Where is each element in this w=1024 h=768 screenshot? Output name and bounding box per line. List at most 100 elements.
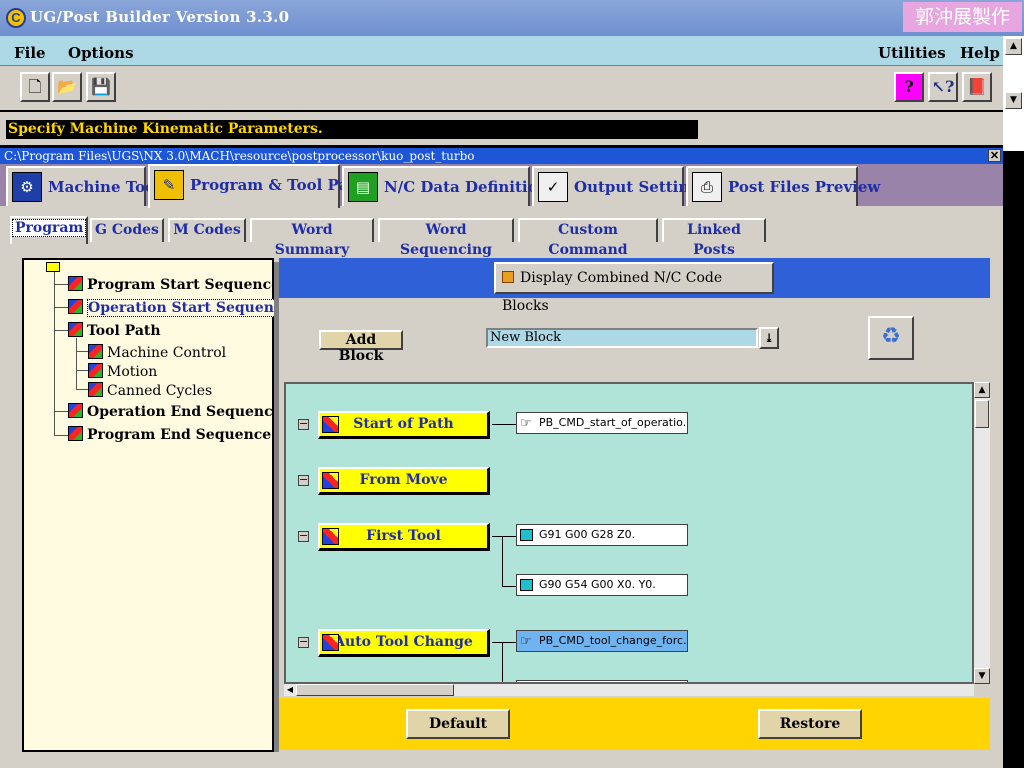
- collapse-icon[interactable]: −: [298, 418, 309, 430]
- tree-item-label: Operation Start Sequence: [87, 299, 293, 317]
- tree-item-label: Tool Path: [87, 323, 161, 339]
- tab-nc-data-definitions[interactable]: ▤ N/C Data Definitions: [342, 166, 557, 206]
- component-cube-icon: [68, 322, 83, 337]
- block-label: PB_CMD_start_of_operatio...: [539, 416, 688, 429]
- tree-item-label: Program Start Sequence: [87, 277, 281, 293]
- tree-item-operation-start[interactable]: Operation Start Sequence: [68, 299, 293, 317]
- component-cube-icon: [88, 363, 103, 378]
- scroll-down-arrow-icon[interactable]: ▼: [974, 668, 990, 684]
- default-button[interactable]: Default: [406, 709, 510, 739]
- block-item[interactable]: G90 G54 G00 X0. Y0.: [516, 574, 688, 596]
- machine-tool-icon: ⚙: [12, 172, 42, 202]
- subtab-program[interactable]: Program: [10, 216, 88, 244]
- block-cube-icon: [520, 579, 533, 591]
- bottom-border: [0, 752, 1003, 768]
- subtab-custom-command[interactable]: Custom Command: [518, 218, 658, 258]
- tab-program-tool-path[interactable]: ✎ Program & Tool Path: [148, 164, 366, 208]
- subtab-word-sequencing[interactable]: Word Sequencing: [378, 218, 514, 258]
- tree-item-program-start[interactable]: Program Start Sequence: [68, 276, 280, 293]
- output-settings-icon: ✓: [538, 172, 568, 202]
- horizontal-scroll-thumb[interactable]: [296, 684, 454, 696]
- sequence-tree: Program Start Sequence Operation Start S…: [22, 258, 293, 752]
- manual-book-icon: 📕: [967, 77, 987, 96]
- status-message: Specify Machine Kinematic Parameters.: [6, 120, 698, 139]
- new-file-icon: 🗋: [28, 77, 42, 96]
- new-block-select[interactable]: New Block: [486, 328, 758, 348]
- subtab-label: Program: [12, 219, 87, 237]
- display-combined-toggle[interactable]: Display Combined N/C Code Blocks: [494, 262, 774, 314]
- menu-utilities[interactable]: Utilities: [878, 44, 946, 62]
- tab-output-settings[interactable]: ✓ Output Settings: [532, 166, 708, 206]
- menu-options[interactable]: Options: [68, 44, 134, 62]
- block-label: PB_CMD_tool_change_forc...: [539, 634, 688, 647]
- new-file-button[interactable]: 🗋: [20, 72, 50, 102]
- tree-item-motion[interactable]: Motion: [88, 363, 157, 380]
- collapse-icon[interactable]: −: [298, 530, 309, 542]
- context-help-button[interactable]: ↖?: [928, 72, 958, 102]
- tab-label: Post Files Preview: [728, 178, 881, 196]
- component-cube-icon: [88, 344, 103, 359]
- toolbar: 🗋 📂 💾 ? ↖? 📕: [0, 66, 1003, 110]
- tab-post-files-preview[interactable]: ⎙ Post Files Preview: [686, 166, 880, 206]
- event-start-of-path[interactable]: Start of Path: [318, 411, 490, 439]
- open-file-button[interactable]: 📂: [52, 72, 82, 102]
- scroll-left-arrow-icon[interactable]: ◀: [284, 684, 296, 696]
- tab-machine-tool[interactable]: ⚙ Machine Tool: [6, 166, 161, 206]
- component-cube-icon: [68, 403, 83, 418]
- restore-button[interactable]: Restore: [758, 709, 862, 739]
- recycle-bin-icon[interactable]: ♻: [868, 316, 914, 360]
- event-label: Start of Path: [353, 416, 454, 432]
- tree-item-tool-path[interactable]: Tool Path: [68, 322, 161, 339]
- event-label: Auto Tool Change: [334, 634, 473, 650]
- event-auto-tool-change[interactable]: Auto Tool Change: [318, 629, 490, 657]
- nc-data-icon: ▤: [348, 172, 378, 202]
- background-strip: [1003, 151, 1024, 768]
- block-item[interactable]: ☞ PB_CMD_start_of_operatio...: [516, 412, 688, 434]
- component-cube-icon: [68, 276, 83, 291]
- checkbox-indicator: [502, 271, 514, 283]
- printer-icon: ⎙: [692, 172, 722, 202]
- event-label: From Move: [359, 472, 448, 488]
- menu-help[interactable]: Help: [960, 44, 1000, 62]
- watermark-label: 郭沖展製作: [903, 2, 1022, 32]
- program-toolpath-icon: ✎: [154, 170, 184, 200]
- tab-label: Machine Tool: [48, 178, 161, 196]
- tree-item-program-end[interactable]: Program End Sequence: [68, 426, 271, 443]
- subtab-m-codes[interactable]: M Codes: [168, 218, 246, 242]
- subtab-linked-posts[interactable]: Linked Posts: [662, 218, 766, 258]
- subtab-g-codes[interactable]: G Codes: [90, 218, 164, 242]
- scroll-up-arrow-icon[interactable]: ▲: [974, 382, 990, 398]
- folder-icon: [46, 262, 60, 272]
- tree-item-canned-cycles[interactable]: Canned Cycles: [88, 382, 212, 399]
- close-icon[interactable]: ✕: [988, 149, 1001, 162]
- add-block-button[interactable]: Add Block: [319, 330, 403, 364]
- block-item[interactable]: G91 G00 G28 Z0.: [516, 524, 688, 546]
- collapse-icon[interactable]: −: [298, 636, 309, 648]
- event-from-move[interactable]: From Move: [318, 467, 490, 495]
- collapse-icon[interactable]: −: [298, 474, 309, 486]
- block-item[interactable]: ☞ PB_CMD_tool_change_forc...: [516, 630, 688, 652]
- block-cube-icon: [520, 529, 533, 541]
- tab-label: Program & Tool Path: [190, 176, 366, 194]
- manual-button[interactable]: 📕: [962, 72, 992, 102]
- scroll-down-arrow-icon[interactable]: ▼: [1005, 92, 1022, 109]
- event-first-tool[interactable]: First Tool: [318, 523, 490, 551]
- hand-pointer-icon: ☞: [520, 416, 532, 431]
- context-help-icon: ↖?: [931, 77, 955, 96]
- tree-item-label: Program End Sequence: [87, 427, 272, 443]
- window-scrollbar[interactable]: ▲ ▼: [1003, 36, 1024, 151]
- tree-item-label: Operation End Sequence: [87, 404, 282, 420]
- hand-pointer-icon: ☞: [520, 634, 532, 649]
- menu-file[interactable]: File: [14, 44, 46, 62]
- help-button[interactable]: ?: [894, 72, 924, 102]
- dropdown-arrow-icon[interactable]: ⤓: [759, 327, 779, 349]
- scroll-up-arrow-icon[interactable]: ▲: [1005, 38, 1022, 55]
- component-cube-icon: [68, 299, 83, 314]
- save-button[interactable]: 💾: [86, 72, 116, 102]
- vertical-scroll-thumb[interactable]: [975, 400, 989, 428]
- tree-item-operation-end[interactable]: Operation End Sequence: [68, 403, 282, 420]
- tree-item-machine-control[interactable]: Machine Control: [88, 344, 226, 361]
- tree-item-label: Machine Control: [107, 345, 227, 361]
- subtab-word-summary[interactable]: Word Summary: [250, 218, 374, 258]
- save-disk-icon: 💾: [91, 77, 111, 96]
